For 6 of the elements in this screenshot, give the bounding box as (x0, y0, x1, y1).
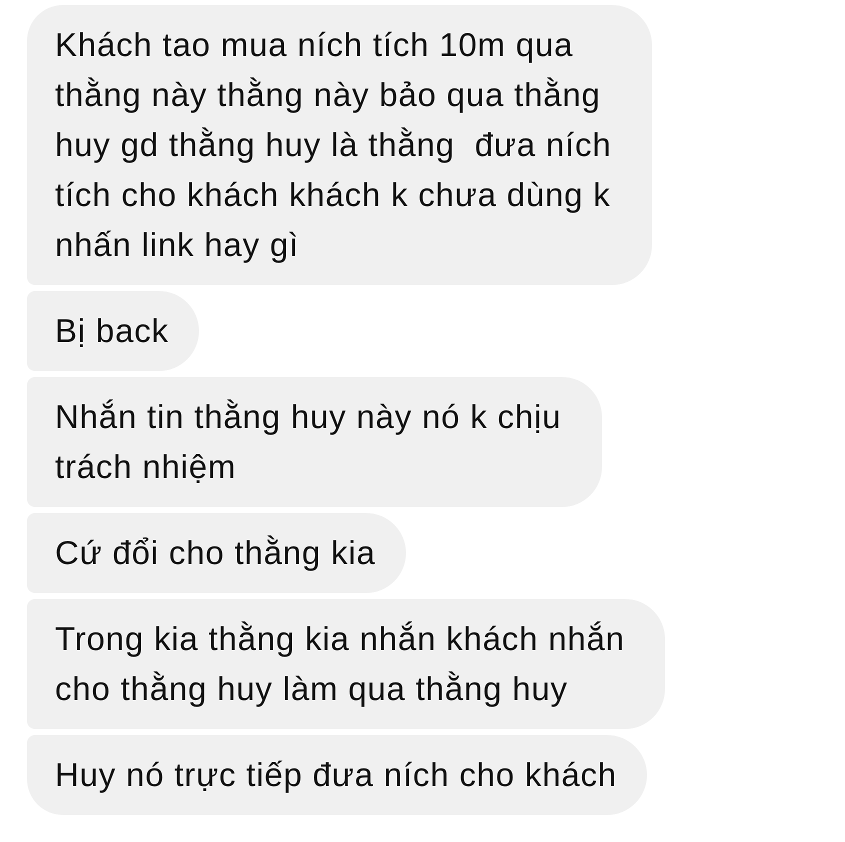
message-bubble: Khách tao mua ních tích 10m qua thằng này thằng này bảo qua thằng huy gd thằng huy là thằng đưa ních tích cho khách khách k chưa dùng k nhấn link hay gì (27, 5, 652, 285)
message-bubble: Cứ đổi cho thằng kia (27, 513, 406, 593)
message-bubble: Bị back (27, 291, 199, 371)
message-bubble: Nhắn tin thằng huy này nó k chịu trách nhiệm (27, 377, 602, 507)
message-bubble: Trong kia thằng kia nhắn khách nhắn cho thằng huy làm qua thằng huy (27, 599, 665, 729)
message-bubble: Huy nó trực tiếp đưa ních cho khách (27, 735, 647, 815)
